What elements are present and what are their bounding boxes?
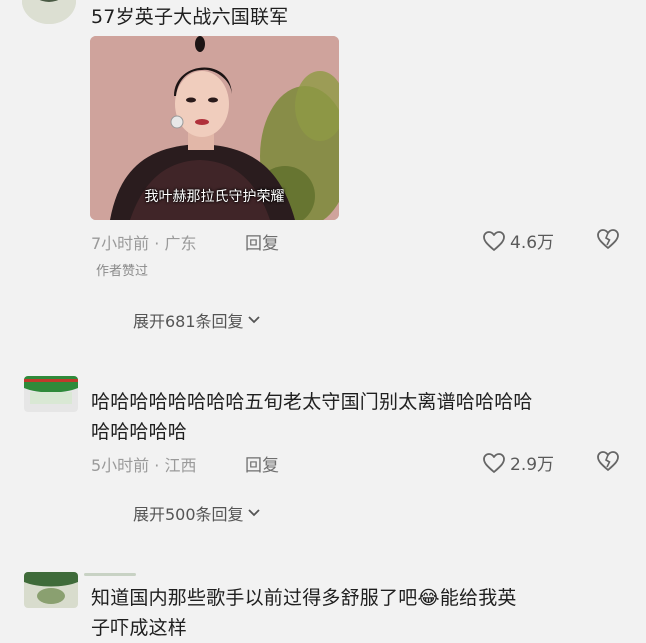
heart-outline-icon [482, 452, 506, 474]
reply-button[interactable]: 回复 [245, 229, 279, 254]
like-button[interactable]: 2.9万 [482, 450, 554, 475]
author-liked-badge: 作者赞过 [96, 264, 149, 279]
expand-replies-label: 展开681条回复 [133, 312, 244, 331]
comment-text-continued: 子吓成这样 [91, 617, 188, 639]
expand-replies-button[interactable]: 展开500条回复 [133, 501, 261, 525]
avatar[interactable] [22, 0, 76, 24]
comment-text-part: 知道国内那些歌手以前过得多舒服了吧 [91, 587, 418, 609]
chevron-down-icon [247, 508, 261, 518]
heart-outline-icon [482, 230, 506, 252]
chevron-down-icon [247, 315, 261, 325]
avatar[interactable] [24, 376, 78, 412]
like-count: 2.9万 [510, 455, 555, 475]
comment-text: 57岁英子大战六国联军 [91, 6, 289, 28]
like-count: 4.6万 [510, 233, 555, 253]
expand-replies-label: 展开500条回复 [133, 505, 244, 524]
comment-image[interactable]: 我叶赫那拉氏守护荣耀 [90, 36, 339, 220]
broken-heart-icon [596, 450, 620, 472]
reply-button[interactable]: 回复 [245, 451, 279, 476]
comment-text-continued: 哈哈哈哈哈 [91, 421, 188, 443]
dislike-button[interactable] [596, 450, 620, 472]
dislike-button[interactable] [596, 228, 620, 250]
username-placeholder [84, 573, 136, 576]
comment-text: 哈哈哈哈哈哈哈哈五旬老太守国门别太离谱哈哈哈哈 [91, 391, 533, 413]
comment-text-part: 能给我英 [439, 587, 517, 609]
comment-text: 知道国内那些歌手以前过得多舒服了吧😂能给我英 [91, 583, 517, 613]
like-button[interactable]: 4.6万 [482, 228, 554, 253]
avatar[interactable] [24, 572, 78, 608]
laughing-emoji-icon: 😂 [417, 587, 440, 609]
time-location: 5小时前 · 江西 [91, 456, 197, 475]
time-location: 7小时前 · 广东 [91, 234, 197, 253]
expand-replies-button[interactable]: 展开681条回复 [133, 308, 261, 332]
broken-heart-icon [596, 228, 620, 250]
image-caption: 我叶赫那拉氏守护荣耀 [144, 189, 285, 205]
